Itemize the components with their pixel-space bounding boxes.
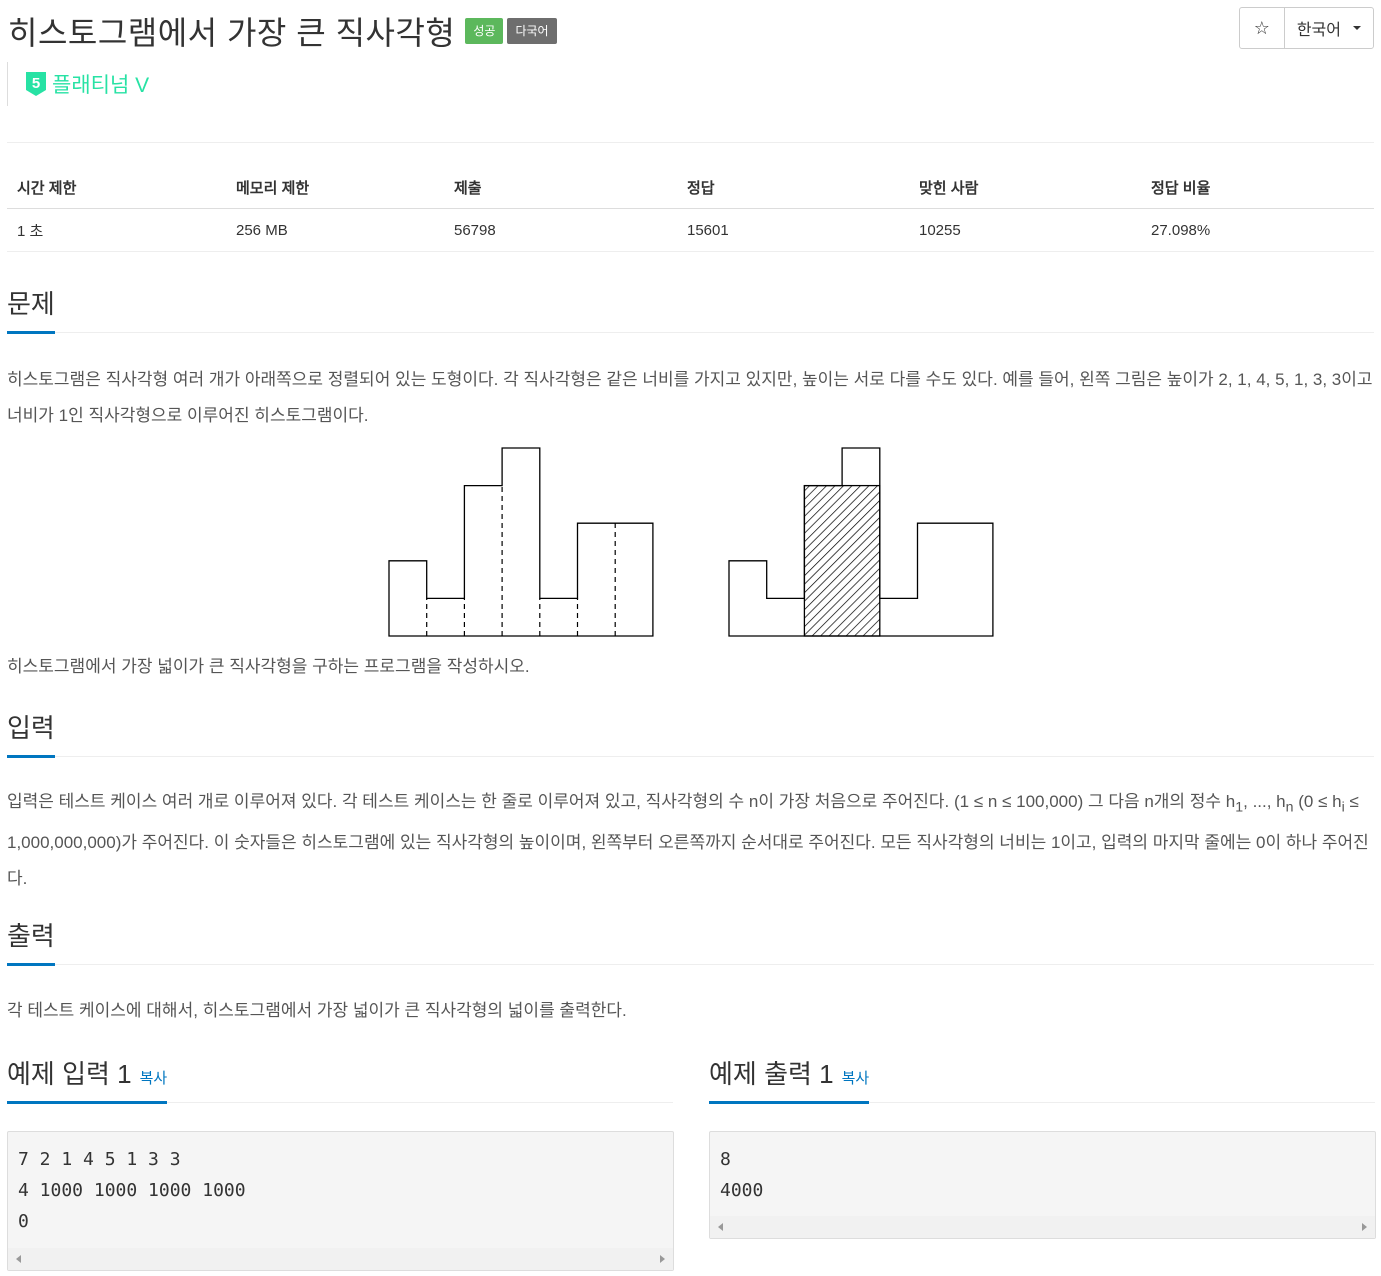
sample-output-box[interactable]: 8 4000 <box>709 1131 1376 1239</box>
memory-limit-value: 256 MB <box>226 208 444 252</box>
histogram-outline <box>388 447 654 637</box>
sample-input-text[interactable]: 7 2 1 4 5 1 3 3 4 1000 1000 1000 1000 0 <box>8 1132 673 1237</box>
tier-badge-icon[interactable]: 5 <box>26 72 46 96</box>
language-dropdown[interactable]: 한국어 <box>1285 8 1373 48</box>
table-header-row: 시간 제한 메모리 제한 제출 정답 맞힌 사람 정답 비율 <box>7 166 1374 209</box>
tier-info: 5 플래티넘 V <box>7 62 149 106</box>
max-rectangle <box>803 484 881 637</box>
sample-output-text[interactable]: 8 4000 <box>710 1132 1375 1206</box>
scroll-left-icon[interactable] <box>16 1255 21 1263</box>
tier-name[interactable]: 플래티넘 V <box>52 69 149 99</box>
submissions-value[interactable]: 56798 <box>444 208 677 252</box>
header-accepted: 정답 <box>677 166 909 209</box>
problem-info-table: 시간 제한 메모리 제한 제출 정답 맞힌 사람 정답 비율 1 초 256 M… <box>7 166 1374 252</box>
section-title-output: 출력 <box>7 916 55 966</box>
sample-input-title: 예제 입력 1 복사 <box>7 1054 168 1104</box>
header-solved-users: 맞힌 사람 <box>909 166 1141 209</box>
problem-toolbar: ☆ 한국어 <box>1238 7 1374 49</box>
status-badge-success: 성공 <box>465 18 504 44</box>
scroll-right-icon[interactable] <box>660 1255 665 1263</box>
solved-users-value[interactable]: 10255 <box>909 208 1141 252</box>
header-submissions: 제출 <box>444 166 677 209</box>
histogram-right-max-rect <box>728 447 994 637</box>
horizontal-scrollbar[interactable] <box>8 1248 673 1270</box>
language-label: 한국어 <box>1296 22 1341 39</box>
section-problem-header: 문제 <box>7 284 1374 334</box>
page-title: 히스토그램에서 가장 큰 직사각형 <box>8 15 456 51</box>
accept-ratio-value: 27.098% <box>1141 208 1374 252</box>
section-title-problem: 문제 <box>7 284 55 334</box>
title-row: 히스토그램에서 가장 큰 직사각형 성공 다국어 <box>8 8 557 54</box>
header-memory-limit: 메모리 제한 <box>226 166 444 209</box>
output-description: 각 테스트 케이스에 대해서, 히스토그램에서 가장 넓이가 큰 직사각형의 넓… <box>7 1001 627 1020</box>
section-title-input: 입력 <box>7 708 55 758</box>
histogram-figure <box>388 447 994 637</box>
sample-input-box[interactable]: 7 2 1 4 5 1 3 3 4 1000 1000 1000 1000 0 <box>7 1131 674 1271</box>
input-description: 입력은 테스트 케이스 여러 개로 이루어져 있다. 각 테스트 케이스는 한 … <box>7 792 1369 889</box>
horizontal-scrollbar[interactable] <box>710 1216 1375 1238</box>
histogram-left <box>388 447 654 637</box>
divider <box>7 142 1374 143</box>
section-output-header: 출력 <box>7 916 1374 966</box>
star-icon: ☆ <box>1253 17 1270 38</box>
problem-task: 히스토그램에서 가장 넓이가 큰 직사각형을 구하는 프로그램을 작성하시오. <box>7 657 530 676</box>
problem-description: 히스토그램은 직사각형 여러 개가 아래쪽으로 정렬되어 있는 도형이다. 각 … <box>7 370 1373 425</box>
tier-number: 5 <box>32 75 40 92</box>
time-limit-value: 1 초 <box>7 208 226 252</box>
copy-input-button[interactable]: 복사 <box>140 1070 168 1087</box>
caret-down-icon <box>1353 26 1361 30</box>
accepted-value[interactable]: 15601 <box>677 208 909 252</box>
table-row: 1 초 256 MB 56798 15601 10255 27.098% <box>7 208 1374 252</box>
scroll-right-icon[interactable] <box>1362 1223 1367 1231</box>
header-time-limit: 시간 제한 <box>7 166 226 209</box>
copy-output-button[interactable]: 복사 <box>842 1070 870 1087</box>
sample-output-header: 예제 출력 1 복사 <box>709 1054 1375 1104</box>
sample-output-title: 예제 출력 1 복사 <box>709 1054 870 1104</box>
section-input-header: 입력 <box>7 708 1374 758</box>
scroll-left-icon[interactable] <box>718 1223 723 1231</box>
favorite-button[interactable]: ☆ <box>1240 8 1285 48</box>
sample-input-header: 예제 입력 1 복사 <box>7 1054 673 1104</box>
status-badge-multilang: 다국어 <box>507 18 557 44</box>
header-accept-ratio: 정답 비율 <box>1141 166 1374 209</box>
